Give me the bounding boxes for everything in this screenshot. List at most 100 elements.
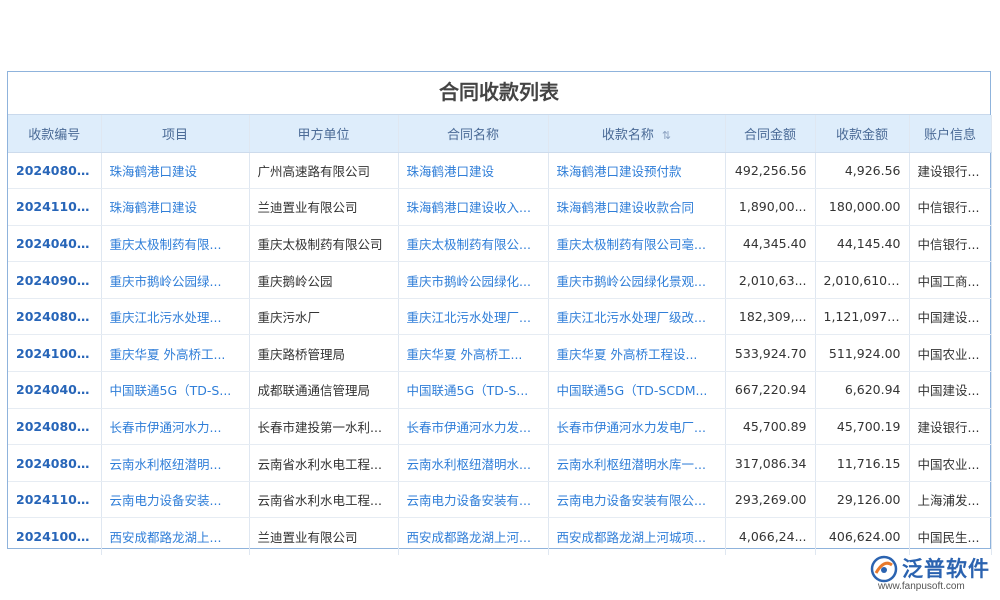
- cell-code[interactable]: 2024100004: [8, 518, 101, 555]
- cell-contract-amount: 293,269.00: [725, 481, 815, 518]
- cell-contract[interactable]: 重庆太极制药有限公...: [398, 225, 548, 262]
- cell-contract[interactable]: 西安成都路龙湖上河...: [398, 518, 548, 555]
- cell-contract[interactable]: 珠海鹤港口建设收入...: [398, 189, 548, 226]
- table-row[interactable]: 2024080009珠海鹤港口建设广州高速路有限公司珠海鹤港口建设珠海鹤港口建设…: [8, 152, 991, 189]
- cell-party: 成都联通通信管理局: [249, 372, 398, 409]
- cell-account: 建设银行...: [909, 152, 991, 189]
- cell-party: 兰迪置业有限公司: [249, 518, 398, 555]
- cell-code[interactable]: 2024040002: [8, 372, 101, 409]
- cell-account: 中国农业...: [909, 445, 991, 482]
- cell-receipt[interactable]: 重庆华夏 外高桥工程设...: [548, 335, 725, 372]
- table-row[interactable]: 2024040002中国联通5G（TD-S...成都联通通信管理局中国联通5G（…: [8, 372, 991, 409]
- col-header-party[interactable]: 甲方单位: [249, 115, 398, 152]
- cell-party: 云南省水利水电工程...: [249, 481, 398, 518]
- cell-account: 中国农业...: [909, 335, 991, 372]
- col-header-contract[interactable]: 合同名称: [398, 115, 548, 152]
- cell-receipt[interactable]: 珠海鹤港口建设收款合同: [548, 189, 725, 226]
- cell-contract[interactable]: 重庆华夏 外高桥工...: [398, 335, 548, 372]
- cell-code[interactable]: 2024100005: [8, 335, 101, 372]
- cell-receipt[interactable]: 珠海鹤港口建设预付款: [548, 152, 725, 189]
- table-row[interactable]: 2024110004云南电力设备安装...云南省水利水电工程...云南电力设备安…: [8, 481, 991, 518]
- cell-contract[interactable]: 中国联通5G（TD-S...: [398, 372, 548, 409]
- cell-account: 中国建设...: [909, 372, 991, 409]
- cell-account: 中国工商...: [909, 262, 991, 299]
- cell-code[interactable]: 2024080006: [8, 445, 101, 482]
- cell-project[interactable]: 中国联通5G（TD-S...: [101, 372, 249, 409]
- brand-url: www.fanpusoft.com: [878, 581, 965, 592]
- cell-project[interactable]: 重庆江北污水处理...: [101, 298, 249, 335]
- cell-account: 中信银行...: [909, 225, 991, 262]
- col-header-receipt-label: 收款名称: [602, 128, 654, 143]
- table-row[interactable]: 2024110001珠海鹤港口建设兰迪置业有限公司珠海鹤港口建设收入...珠海鹤…: [8, 189, 991, 226]
- col-header-contract-amount[interactable]: 合同金额: [725, 115, 815, 152]
- cell-receipt[interactable]: 云南水利枢纽潜明水库一...: [548, 445, 725, 482]
- cell-receipt[interactable]: 云南电力设备安装有限公...: [548, 481, 725, 518]
- cell-receipt-amount: 1,121,097....: [815, 298, 909, 335]
- cell-code[interactable]: 2024040003: [8, 225, 101, 262]
- cell-project[interactable]: 长春市伊通河水力...: [101, 408, 249, 445]
- cell-party: 重庆路桥管理局: [249, 335, 398, 372]
- table-row[interactable]: 2024080007长春市伊通河水力...长春市建投第一水利...长春市伊通河水…: [8, 408, 991, 445]
- brand-logo: 泛普软件 www.fanpusoft.com: [868, 553, 996, 597]
- cell-contract-amount: 4,066,24...: [725, 518, 815, 555]
- cell-party: 重庆太极制药有限公司: [249, 225, 398, 262]
- cell-project[interactable]: 重庆市鹅岭公园绿...: [101, 262, 249, 299]
- cell-receipt[interactable]: 长春市伊通河水力发电厂...: [548, 408, 725, 445]
- table-row[interactable]: 2024080001重庆江北污水处理...重庆污水厂重庆江北污水处理厂...重庆…: [8, 298, 991, 335]
- cell-party: 广州高速路有限公司: [249, 152, 398, 189]
- cell-contract[interactable]: 长春市伊通河水力发...: [398, 408, 548, 445]
- cell-code[interactable]: 2024090002: [8, 262, 101, 299]
- cell-code[interactable]: 2024080007: [8, 408, 101, 445]
- cell-contract[interactable]: 重庆市鹅岭公园绿化...: [398, 262, 548, 299]
- receipt-table: 收款编号 项目 甲方单位 合同名称 收款名称 ⇅ 合同金额 收款金额 账户信息 2…: [8, 115, 992, 555]
- cell-contract[interactable]: 珠海鹤港口建设: [398, 152, 548, 189]
- cell-receipt-amount: 6,620.94: [815, 372, 909, 409]
- cell-project[interactable]: 重庆华夏 外高桥工...: [101, 335, 249, 372]
- cell-party: 长春市建投第一水利...: [249, 408, 398, 445]
- table-row[interactable]: 2024040003重庆太极制药有限...重庆太极制药有限公司重庆太极制药有限公…: [8, 225, 991, 262]
- table-row[interactable]: 2024100004西安成都路龙湖上...兰迪置业有限公司西安成都路龙湖上河..…: [8, 518, 991, 555]
- cell-code[interactable]: 2024110004: [8, 481, 101, 518]
- cell-contract-amount: 45,700.89: [725, 408, 815, 445]
- cell-receipt-amount: 44,145.40: [815, 225, 909, 262]
- table-row[interactable]: 2024090002重庆市鹅岭公园绿...重庆鹅岭公园重庆市鹅岭公园绿化...重…: [8, 262, 991, 299]
- cell-code[interactable]: 2024110001: [8, 189, 101, 226]
- cell-project[interactable]: 西安成都路龙湖上...: [101, 518, 249, 555]
- cell-receipt[interactable]: 重庆市鹅岭公园绿化景观...: [548, 262, 725, 299]
- col-header-code[interactable]: 收款编号: [8, 115, 101, 152]
- cell-contract-amount: 2,010,63...: [725, 262, 815, 299]
- cell-project[interactable]: 云南电力设备安装...: [101, 481, 249, 518]
- table-row[interactable]: 2024080006云南水利枢纽潜明...云南省水利水电工程...云南水利枢纽潜…: [8, 445, 991, 482]
- col-header-receipt[interactable]: 收款名称 ⇅: [548, 115, 725, 152]
- cell-receipt[interactable]: 西安成都路龙湖上河城项...: [548, 518, 725, 555]
- table-body: 2024080009珠海鹤港口建设广州高速路有限公司珠海鹤港口建设珠海鹤港口建设…: [8, 152, 991, 555]
- cell-receipt[interactable]: 中国联通5G（TD-SCDM...: [548, 372, 725, 409]
- cell-project[interactable]: 珠海鹤港口建设: [101, 152, 249, 189]
- contract-receipt-panel: 合同收款列表 收款编号 项目 甲方单位 合同名称 收款名称⇅ 合同金额 收款金额…: [7, 71, 991, 549]
- cell-account: 中信银行...: [909, 189, 991, 226]
- col-header-account[interactable]: 账户信息: [909, 115, 991, 152]
- cell-receipt-amount: 180,000.00: [815, 189, 909, 226]
- cell-contract[interactable]: 重庆江北污水处理厂...: [398, 298, 548, 335]
- cell-project[interactable]: 重庆太极制药有限...: [101, 225, 249, 262]
- cell-contract-amount: 1,890,00...: [725, 189, 815, 226]
- cell-code[interactable]: 2024080009: [8, 152, 101, 189]
- cell-project[interactable]: 云南水利枢纽潜明...: [101, 445, 249, 482]
- cell-project[interactable]: 珠海鹤港口建设: [101, 189, 249, 226]
- cell-contract-amount: 667,220.94: [725, 372, 815, 409]
- cell-receipt[interactable]: 重庆江北污水处理厂级改...: [548, 298, 725, 335]
- cell-receipt-amount: 4,926.56: [815, 152, 909, 189]
- cell-receipt[interactable]: 重庆太极制药有限公司亳...: [548, 225, 725, 262]
- cell-party: 重庆污水厂: [249, 298, 398, 335]
- cell-code[interactable]: 2024080001: [8, 298, 101, 335]
- cell-receipt-amount: 511,924.00: [815, 335, 909, 372]
- col-header-project[interactable]: 项目: [101, 115, 249, 152]
- col-header-receipt-amount[interactable]: 收款金额: [815, 115, 909, 152]
- table-row[interactable]: 2024100005重庆华夏 外高桥工...重庆路桥管理局重庆华夏 外高桥工..…: [8, 335, 991, 372]
- cell-party: 重庆鹅岭公园: [249, 262, 398, 299]
- cell-contract[interactable]: 云南水利枢纽潜明水...: [398, 445, 548, 482]
- sort-icon[interactable]: ⇅: [662, 129, 671, 142]
- cell-contract[interactable]: 云南电力设备安装有...: [398, 481, 548, 518]
- cell-account: 中国建设...: [909, 298, 991, 335]
- brand-name: 泛普软件: [902, 553, 990, 583]
